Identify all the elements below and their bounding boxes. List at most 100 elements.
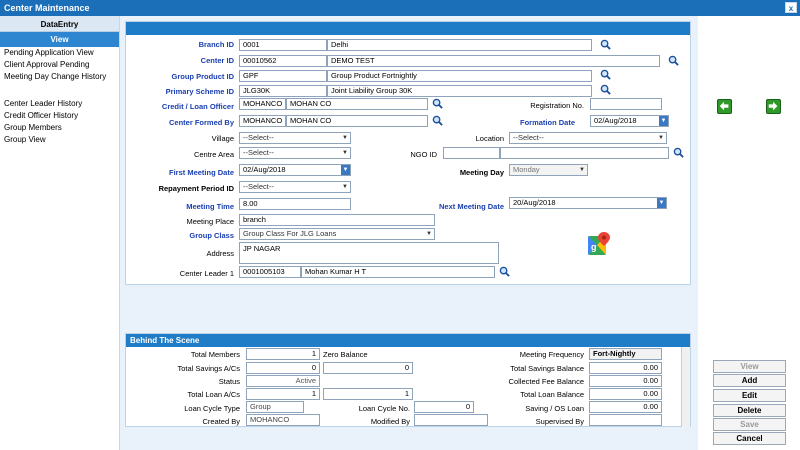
first-meeting-date-label: First Meeting Date [168, 168, 234, 177]
cancel-button[interactable]: Cancel [713, 432, 786, 445]
centre-area-value: --Select-- [243, 148, 274, 157]
calendar-dropdown-icon[interactable]: ▼ [659, 116, 668, 126]
behind-scrollbar[interactable] [681, 347, 690, 427]
sidebar-item-group-members[interactable]: Group Members [0, 122, 119, 134]
formation-date-input[interactable]: 02/Aug/2018 ▼ [590, 115, 669, 127]
sidebar-item-group-view[interactable]: Group View [0, 134, 119, 146]
previous-record-button[interactable] [717, 99, 732, 114]
panel-header-bar [126, 22, 690, 35]
center-id-label: Center ID [200, 56, 234, 65]
address-label: Address [206, 249, 234, 258]
add-button[interactable]: Add [713, 374, 786, 387]
chevron-down-icon: ▼ [579, 167, 585, 173]
registration-no-input[interactable] [590, 98, 662, 110]
group-class-label: Group Class [189, 231, 234, 240]
ngo-id-code[interactable] [443, 147, 500, 159]
meeting-day-value: Monday [513, 165, 540, 174]
total-savings-balance-label: Total Savings Balance [510, 364, 584, 373]
ngo-id-name[interactable] [500, 147, 669, 159]
credit-loan-officer-name[interactable]: MOHAN CO [286, 98, 428, 110]
meeting-time-label: Meeting Time [186, 202, 234, 211]
sidebar-item-client-approval-pending[interactable]: Client Approval Pending [0, 59, 119, 71]
registration-no-label: Registration No. [530, 101, 584, 110]
save-button[interactable]: Save [713, 418, 786, 431]
meeting-place-label: Meeting Place [186, 217, 234, 226]
arrow-right-icon [768, 101, 778, 111]
next-record-button[interactable] [766, 99, 781, 114]
village-label: Village [211, 134, 234, 143]
center-id-name[interactable]: DEMO TEST [327, 55, 660, 67]
sidebar-item-credit-officer-history[interactable]: Credit Officer History [0, 110, 119, 122]
next-meeting-date-input[interactable]: 20/Aug/2018 ▼ [509, 197, 667, 209]
chevron-down-icon: ▼ [342, 135, 348, 141]
sidebar-header[interactable]: DataEntry [0, 16, 119, 32]
sidebar-item-meeting-day-change-history[interactable]: Meeting Day Change History [0, 71, 119, 83]
group-class-value: Group Class For JLG Loans [243, 229, 337, 238]
zero-balance-label: Zero Balance [323, 350, 368, 359]
center-search-icon[interactable] [668, 55, 679, 66]
center-id-code[interactable]: 00010562 [239, 55, 327, 67]
branch-id-name[interactable]: Delhi [327, 39, 592, 51]
loan-cycle-no-label: Loan Cycle No. [358, 404, 410, 413]
center-leader-search-icon[interactable] [499, 266, 510, 277]
chevron-down-icon: ▼ [342, 150, 348, 156]
supervised-by-value [589, 414, 662, 426]
svg-text:g: g [591, 242, 597, 252]
center-formed-by-name[interactable]: MOHAN CO [286, 115, 428, 127]
branch-id-code[interactable]: 0001 [239, 39, 327, 51]
meeting-place-input[interactable]: branch [239, 214, 435, 226]
formation-date-value: 02/Aug/2018 [594, 116, 637, 125]
view-button[interactable]: View [713, 360, 786, 373]
primary-scheme-search-icon[interactable] [600, 84, 611, 95]
delete-button[interactable]: Delete [713, 404, 786, 417]
calendar-dropdown-icon[interactable]: ▼ [657, 198, 666, 208]
meeting-frequency-value: Fort-Nightly [589, 348, 662, 360]
total-savings-acs-value-2: 0 [323, 362, 413, 374]
first-meeting-date-input[interactable]: 02/Aug/2018 ▼ [239, 164, 351, 176]
group-product-search-icon[interactable] [600, 69, 611, 80]
calendar-dropdown-icon[interactable]: ▼ [341, 165, 350, 175]
primary-scheme-id-code[interactable]: JLG30K [239, 85, 327, 97]
group-class-select[interactable]: Group Class For JLG Loans ▼ [239, 228, 435, 240]
group-product-id-code[interactable]: GPF [239, 70, 327, 82]
sidebar-section-view[interactable]: View [0, 32, 119, 47]
total-loan-acs-label: Total Loan A/Cs [187, 390, 240, 399]
center-formed-by-code[interactable]: MOHANCO [239, 115, 286, 127]
center-leader-1-name[interactable]: Mohan Kumar H T [301, 266, 495, 278]
center-formed-by-search-icon[interactable] [432, 115, 443, 126]
edit-button[interactable]: Edit [713, 389, 786, 402]
repayment-period-select[interactable]: --Select-- ▼ [239, 181, 351, 193]
close-button[interactable]: x [785, 2, 797, 13]
credit-loan-officer-code[interactable]: MOHANCO [239, 98, 286, 110]
meeting-time-input[interactable]: 8.00 [239, 198, 351, 210]
created-by-label: Created By [202, 417, 240, 426]
branch-search-icon[interactable] [600, 39, 611, 50]
behind-the-scene-title: Behind The Scene [126, 334, 690, 347]
centre-area-select[interactable]: --Select-- ▼ [239, 147, 351, 159]
location-select[interactable]: --Select-- ▼ [509, 132, 667, 144]
next-meeting-date-label: Next Meeting Date [438, 202, 504, 211]
saving-os-loan-value: 0.00 [589, 401, 662, 413]
supervised-by-label: Supervised By [535, 417, 584, 426]
meeting-day-select[interactable]: Monday ▼ [509, 164, 588, 176]
credit-officer-search-icon[interactable] [432, 98, 443, 109]
total-savings-balance-value: 0.00 [589, 362, 662, 374]
sidebar-item-center-leader-history[interactable]: Center Leader History [0, 98, 119, 110]
google-maps-icon[interactable]: g [587, 231, 611, 257]
village-value: --Select-- [243, 133, 274, 142]
center-leader-1-code[interactable]: 0001005103 [239, 266, 301, 278]
ngo-id-label: NGO ID [410, 150, 437, 159]
status-value: Active [246, 375, 320, 387]
created-by-value: MOHANCO [246, 414, 320, 426]
arrow-left-icon [719, 101, 729, 111]
village-select[interactable]: --Select-- ▼ [239, 132, 351, 144]
primary-scheme-id-name[interactable]: Joint Liability Group 30K [327, 85, 592, 97]
ngo-search-icon[interactable] [673, 147, 684, 158]
sidebar: DataEntry View Pending Application View … [0, 16, 120, 450]
address-textarea[interactable]: JP NAGAR [239, 242, 499, 264]
group-product-id-name[interactable]: Group Product Fortnightly [327, 70, 592, 82]
loan-cycle-no-value: 0 [414, 401, 474, 413]
sidebar-item-pending-application-view[interactable]: Pending Application View [0, 47, 119, 59]
collected-fee-balance-value: 0.00 [589, 375, 662, 387]
total-loan-balance-label: Total Loan Balance [520, 390, 584, 399]
